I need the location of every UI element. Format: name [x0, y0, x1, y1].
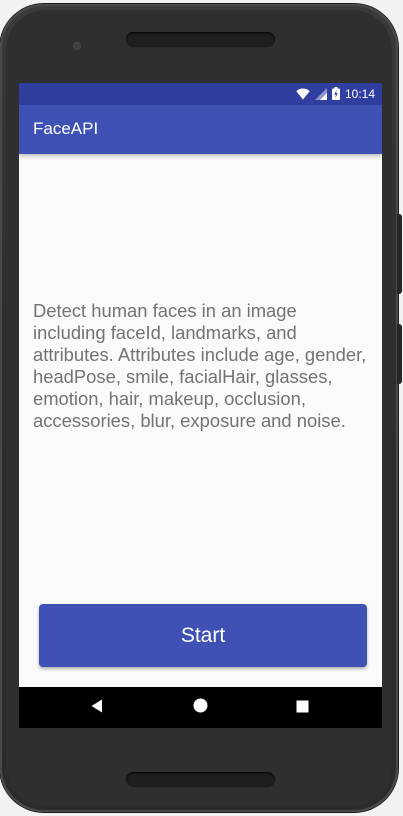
description-text: Detect human faces in an image including…	[33, 300, 367, 431]
app-bar: FaceAPI	[19, 105, 382, 154]
volume-button	[397, 214, 402, 294]
app-screen: 10:14 FaceAPI Detect human faces in an i…	[19, 83, 382, 728]
start-button[interactable]: Start	[39, 604, 367, 667]
back-icon	[91, 698, 103, 717]
recents-icon	[296, 698, 309, 717]
status-time: 10:14	[344, 87, 375, 101]
battery-icon	[331, 85, 340, 104]
status-bar: 10:14	[19, 83, 382, 105]
app-title: FaceAPI	[33, 119, 99, 138]
recents-button[interactable]	[282, 687, 322, 728]
power-button	[397, 324, 402, 384]
home-icon	[193, 698, 208, 717]
bottom-speaker	[126, 772, 275, 787]
device-frame-stage: 10:14 FaceAPI Detect human faces in an i…	[0, 0, 403, 816]
signal-icon	[314, 85, 327, 104]
wifi-icon	[296, 85, 310, 104]
home-button[interactable]	[180, 687, 220, 728]
top-speaker	[126, 32, 275, 47]
navigation-bar	[19, 687, 382, 728]
front-camera	[73, 42, 81, 50]
back-button[interactable]	[77, 687, 117, 728]
